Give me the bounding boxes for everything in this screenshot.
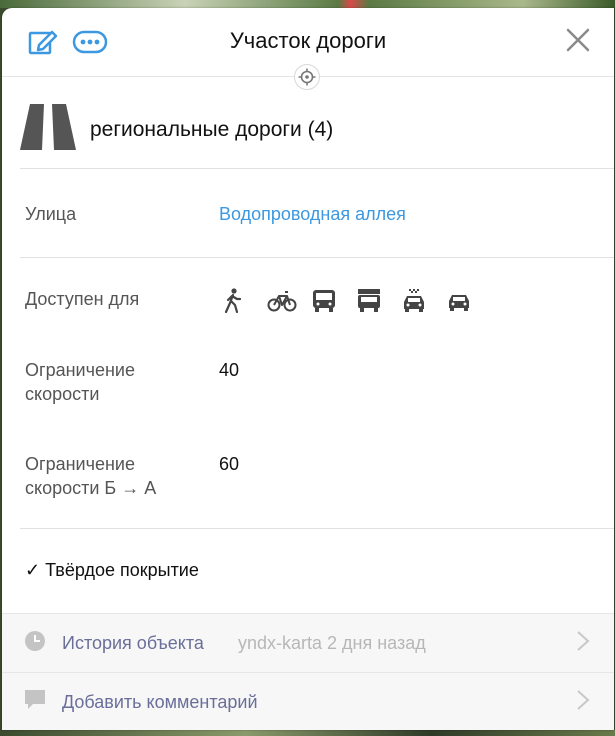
bicycle-icon (267, 288, 312, 318)
speed-limit-label: Ограничение скорости (25, 360, 135, 404)
history-row[interactable]: История объекта yndx-karta 2 дня назад (2, 614, 614, 672)
comment-icon (24, 688, 46, 717)
speed-limit-value: 40 (219, 360, 240, 380)
road-category-label: региональные дороги (4) (90, 117, 334, 141)
taxi-icon (402, 288, 447, 318)
truck-icon (357, 288, 402, 318)
road-icon (20, 104, 76, 155)
close-icon[interactable] (566, 28, 590, 57)
history-label: История объекта (62, 632, 204, 653)
divider (20, 257, 614, 258)
street-label: Улица (25, 204, 77, 224)
street-link[interactable]: Водопроводная аллея (219, 202, 406, 226)
add-comment-label: Добавить комментарий (62, 691, 258, 712)
add-comment-row[interactable]: Добавить комментарий (2, 673, 614, 730)
bus-icon (312, 288, 357, 318)
road-category: региональные дороги (4) (20, 104, 333, 155)
history-meta: yndx-karta 2 дня назад (238, 632, 426, 653)
pedestrian-icon (222, 288, 267, 318)
speed-limit-reverse-value: 60 (219, 454, 240, 474)
page-title: Участок дороги (229, 28, 387, 53)
divider (20, 168, 614, 169)
car-icon (447, 288, 492, 318)
road-segment-panel: Участок дороги региональные дороги (4) У… (2, 8, 614, 730)
divider (20, 528, 614, 529)
target-icon[interactable] (294, 64, 320, 90)
surface-type: ✓ Твёрдое покрытие (25, 560, 199, 580)
access-label: Доступен для (25, 289, 140, 309)
access-icons (222, 288, 492, 318)
clock-icon (24, 630, 46, 657)
speed-limit-reverse-label: Ограничение скорости Б → А (25, 454, 157, 498)
panel-header: Участок дороги (2, 8, 614, 90)
map-background-top (0, 0, 615, 8)
map-background-bottom (0, 730, 615, 736)
chevron-right-icon (576, 630, 590, 657)
chevron-right-icon (576, 689, 590, 716)
